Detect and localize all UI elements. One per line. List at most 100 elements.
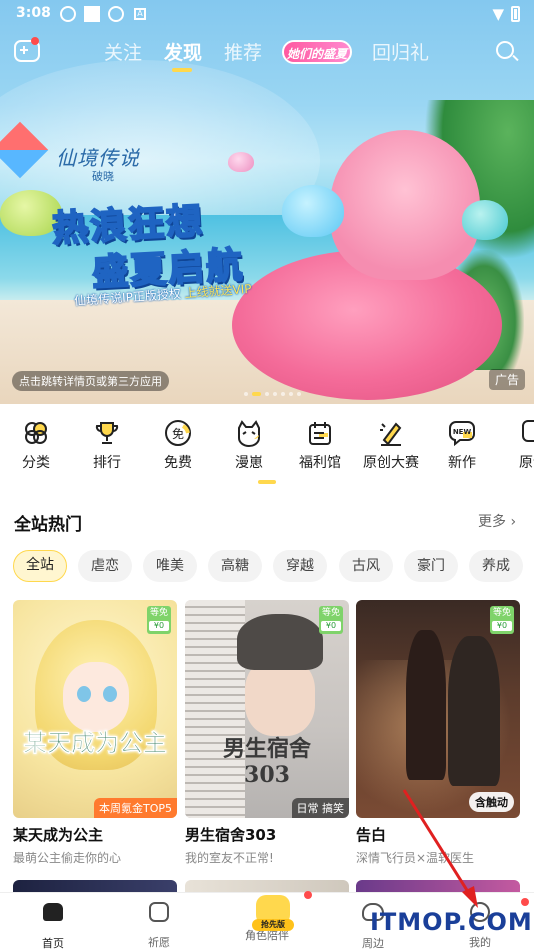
search-icon[interactable] [496,41,514,59]
free-badge-price: ¥0 [492,621,512,631]
nav-home[interactable]: 首页 [13,901,93,950]
category-label: 漫崽 [235,455,263,471]
comic-cover: 某天成为公主 等免 ¥0 本周氪金TOP5 [13,600,177,818]
tab-summer-event[interactable]: 她们的盛夏 [282,40,352,64]
free-wait-badge: 等免 ¥0 [147,606,171,634]
clover-icon [21,418,51,448]
nav-label: 我的 [469,936,491,949]
category-original-contest[interactable]: 原创大赛 [355,418,427,472]
chip-time-travel[interactable]: 穿越 [273,550,327,582]
hot-section-header: 全站热门 更多 › [0,500,534,540]
chip-ancient[interactable]: 古风 [339,550,393,582]
cover-illustration [77,686,91,702]
category-original[interactable]: 原创 [497,418,534,472]
companion-mascot-icon: 抢先版 [252,891,312,931]
category-label: 原创 [519,455,534,471]
free-wait-badge: 等免 ¥0 [319,606,343,634]
comic-title: 某天成为公主 [13,826,104,844]
category-welfare[interactable]: 福利馆 [284,418,356,472]
comic-cover: 男生宿舍 303 等免 ¥0 日常 搞笑 [185,600,349,818]
genre-filter-chips: 全站 虐恋 唯美 高糖 穿越 古风 豪门 养成 [0,548,534,584]
touch-feature-badge: 含触动 [469,792,514,812]
cover-title-art: 303 [244,762,290,788]
pagination-dot [265,392,269,396]
category-free[interactable]: 免 免费 [142,418,214,472]
nav-label: 首页 [42,937,64,950]
comic-card[interactable]: 某天成为公主 等免 ¥0 本周氪金TOP5 某天成为公主 最萌公主偷走你的心 [13,600,177,866]
category-label: 排行 [93,455,121,471]
home-icon [42,903,64,925]
free-wait-badge: 等免 ¥0 [490,606,514,634]
tab-following[interactable]: 关注 [104,38,142,65]
ad-label: 广告 [489,369,526,390]
genre-tag: 日常 搞笑 [291,798,349,818]
watermark: ITMOP.COM [370,908,533,936]
comic-title: 男生宿舍303 [185,826,277,844]
pen-icon [376,418,406,448]
free-badge-label: 等免 [149,608,168,618]
comic-title: 告白 [356,826,387,844]
status-time: 3:08 [16,5,51,21]
rank-tag: 本周氪金TOP5 [93,798,177,818]
nav-label: 祈愿 [148,936,170,949]
category-mascot[interactable]: 漫崽 [213,418,285,472]
chip-sweet[interactable]: 高糖 [208,550,262,582]
pagination-dot [297,392,301,396]
cover-illustration [103,686,117,702]
new-badge-icon: NEW [447,418,477,448]
game-logo-sub: 破晓 [92,170,114,183]
free-badge-label: 等免 [321,608,340,618]
comic-card[interactable]: 等免 ¥0 含触动 告白 深情飞行员×温软医生 [356,600,520,866]
category-label: 原创大赛 [363,455,419,471]
nav-companion[interactable]: 抢先版 角色陪伴 [227,891,312,943]
section-title: 全站热门 [14,515,82,535]
calendar-gift-icon [305,418,335,448]
status-bar: 3:08 A ▼ [0,0,534,28]
cover-illustration [406,630,446,780]
notification-dot [304,891,312,899]
category-scroll-indicator [258,480,276,484]
nav-label: 周边 [362,937,384,950]
pagination-dot [281,392,285,396]
active-tab-indicator [172,68,192,72]
early-access-badge: 抢先版 [252,919,294,931]
letter-notification-icon: A [134,8,146,20]
category-label: 分类 [22,455,50,471]
banner-redirect-note: 点击跳转详情页或第三方应用 [12,371,169,391]
category-ranking[interactable]: 排行 [71,418,143,472]
chip-angst-romance[interactable]: 虐恋 [78,550,132,582]
nav-wish[interactable]: 祈愿 [119,901,199,950]
wifi-icon: ▼ [492,5,504,23]
slime-mascot [462,200,508,240]
free-badge-price: ¥0 [321,621,341,631]
notification-dot [521,898,529,906]
tab-discover[interactable]: 发现 [164,38,202,65]
comic-subtitle: 深情飞行员×温软医生 [356,851,475,865]
battery-icon [511,6,520,22]
tab-return-gift[interactable]: 回归礼 [372,38,429,65]
slime-mascot [282,185,344,237]
free-badge-label: 等免 [492,608,511,618]
pagination-dot [289,392,293,396]
category-new-works[interactable]: NEW 新作 [426,418,498,472]
category-row: 分类 排行 免 免费 漫崽 福利馆 原创大赛 NEW 新作 原 [0,404,534,490]
category-label: 免费 [164,455,192,471]
chip-all[interactable]: 全站 [13,550,67,582]
comic-subtitle: 我的室友不正常! [185,851,274,865]
chip-wealthy[interactable]: 豪门 [404,550,458,582]
more-link[interactable]: 更多 › [478,511,516,531]
chip-raising[interactable]: 养成 [469,550,523,582]
original-icon [518,418,534,448]
tab-recommend[interactable]: 推荐 [224,38,262,65]
mascot-icon [234,418,264,448]
slime-mascot [228,152,254,172]
banner-pagination [244,392,301,396]
game-logo: 仙境传说 [56,146,140,170]
svg-text:免: 免 [172,426,184,441]
category-label: 新作 [448,455,476,471]
chip-aesthetic[interactable]: 唯美 [143,550,197,582]
category-classify[interactable]: 分类 [0,418,72,472]
pagination-dot [273,392,277,396]
comic-card[interactable]: 男生宿舍 303 等免 ¥0 日常 搞笑 男生宿舍303 我的室友不正常! [185,600,349,866]
cover-title-art: 某天成为公主 [23,729,168,758]
